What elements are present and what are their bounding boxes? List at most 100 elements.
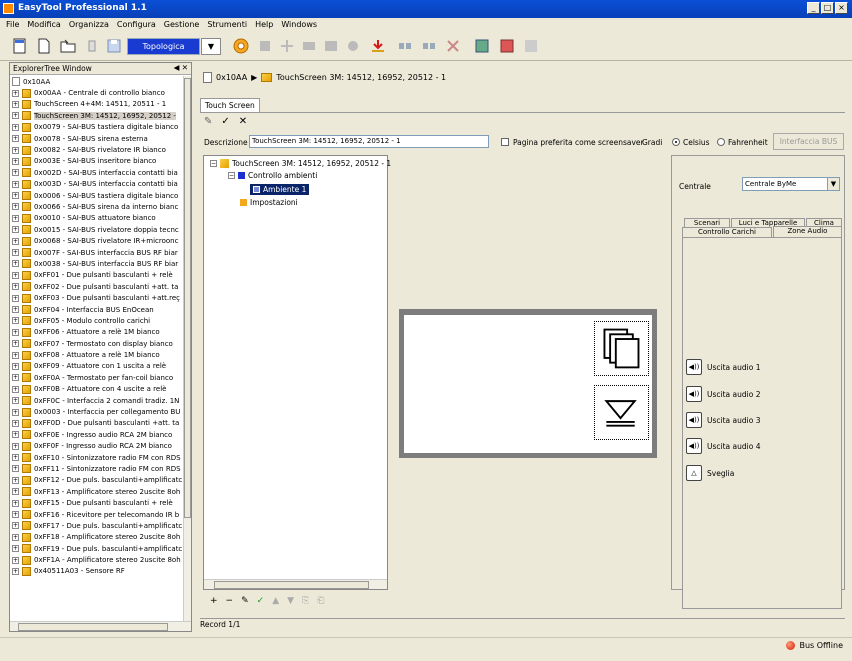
- minimize-button[interactable]: _: [807, 2, 820, 14]
- tree-item[interactable]: +0xFF04 - Interfaccia BUS EnOcean: [10, 304, 184, 315]
- expand-icon[interactable]: +: [12, 465, 19, 473]
- tree-item[interactable]: +0x0078 - SAI-BUS sirena esterna: [10, 133, 184, 144]
- expand-icon[interactable]: +: [12, 522, 19, 530]
- menu-windows[interactable]: Windows: [281, 20, 317, 30]
- hierarchy-icon[interactable]: [299, 36, 319, 56]
- scroll-down-icon[interactable]: [594, 385, 649, 440]
- expand-icon[interactable]: +: [12, 431, 19, 439]
- tree-item[interactable]: +0xFF08 - Attuatore a relè 1M bianco: [10, 349, 184, 360]
- expand-icon[interactable]: +: [12, 419, 19, 427]
- edit-icon[interactable]: ✎: [204, 116, 212, 127]
- tree-item[interactable]: +0xFF06 - Attuatore a relè 1M bianco: [10, 327, 184, 338]
- expand-icon[interactable]: +: [12, 442, 19, 450]
- tree-item[interactable]: +0x0010 - SAI-BUS attuatore bianco: [10, 213, 184, 224]
- tree-item[interactable]: +0x0006 - SAI-BUS tastiera digitale bian…: [10, 190, 184, 201]
- menu-file[interactable]: File: [6, 20, 19, 30]
- expand-icon[interactable]: +: [12, 533, 19, 541]
- tree-item[interactable]: +0xFF10 - Sintonizzatore radio FM con RD…: [10, 452, 184, 463]
- menu-strumenti[interactable]: Strumenti: [207, 20, 247, 30]
- tree-item[interactable]: +0xFF18 - Amplificatore stereo 2uscite 8…: [10, 532, 184, 543]
- page-tree-root[interactable]: − TouchScreen 3M: 14512, 16952, 20512 - …: [210, 159, 391, 168]
- celsius-radio[interactable]: [672, 138, 680, 146]
- tab-controllo-carichi[interactable]: Controllo Carichi: [682, 227, 772, 237]
- tree-item[interactable]: +0x0068 - SAI-BUS rivelatore IR+microonc: [10, 235, 184, 246]
- expand-icon[interactable]: +: [12, 511, 19, 519]
- unlink-icon[interactable]: [419, 36, 439, 56]
- menu-configura[interactable]: Configura: [117, 20, 156, 30]
- move-down-icon[interactable]: ▼: [287, 596, 294, 606]
- tree-item[interactable]: +0xFF0E - Ingresso audio RCA 2M bianco: [10, 429, 184, 440]
- tree-item[interactable]: +0xFF05 - Modulo controllo carichi: [10, 315, 184, 326]
- expand-icon[interactable]: +: [12, 203, 19, 211]
- expand-icon[interactable]: +: [12, 169, 19, 177]
- tree-item[interactable]: +0xFF13 - Amplificatore stereo 2uscite 8…: [10, 486, 184, 497]
- expand-icon[interactable]: +: [12, 260, 19, 268]
- expand-icon[interactable]: +: [12, 294, 19, 302]
- menu-modifica[interactable]: Modifica: [27, 20, 60, 30]
- description-input[interactable]: TouchScreen 3M: 14512, 16952, 20512 - 1: [249, 135, 489, 148]
- tree-item[interactable]: +0xFF19 - Due puls. basculanti+amplifica…: [10, 543, 184, 554]
- tree-item[interactable]: +0x0038 - SAI-BUS interfaccia BUS RF bia…: [10, 258, 184, 269]
- speaker-icon[interactable]: ◀)): [686, 438, 702, 454]
- tree-item[interactable]: +0xFF11 - Sintonizzatore radio FM con RD…: [10, 463, 184, 474]
- tree-item[interactable]: +0x0079 - SAI-BUS tastiera digitale bian…: [10, 122, 184, 133]
- tree-item[interactable]: +0xFF0C - Interfaccia 2 comandi tradiz. …: [10, 395, 184, 406]
- chevron-down-icon[interactable]: ▼: [827, 178, 839, 190]
- tree-item[interactable]: +0xFF17 - Due puls. basculanti+amplifica…: [10, 520, 184, 531]
- interfaccia-bus-button[interactable]: Interfaccia BUS: [773, 133, 844, 150]
- open-folder-icon[interactable]: [58, 36, 78, 56]
- expand-icon[interactable]: +: [12, 454, 19, 462]
- expand-icon[interactable]: +: [12, 237, 19, 245]
- expand-icon[interactable]: +: [12, 408, 19, 416]
- tree-item[interactable]: +0xFF0D - Due pulsanti basculanti +att. …: [10, 418, 184, 429]
- expand-icon[interactable]: +: [12, 146, 19, 154]
- expand-icon[interactable]: +: [12, 476, 19, 484]
- expand-icon[interactable]: +: [12, 362, 19, 370]
- tree-item[interactable]: +0xFF0B - Attuatore con 4 uscite a relè: [10, 384, 184, 395]
- tree-item[interactable]: + TouchScreen 3M: 14512, 16952, 20512 -: [10, 110, 184, 121]
- speaker-icon[interactable]: ◀)): [686, 412, 702, 428]
- expand-icon[interactable]: +: [12, 351, 19, 359]
- expand-icon[interactable]: +: [12, 545, 19, 553]
- new-icon[interactable]: [10, 36, 30, 56]
- expand-icon[interactable]: +: [12, 112, 19, 120]
- expand-icon[interactable]: +: [12, 214, 19, 222]
- expand-icon[interactable]: +: [12, 374, 19, 382]
- sync-icon[interactable]: [497, 36, 517, 56]
- tree-item[interactable]: +0x00AA - Centrale di controllo bianco: [10, 87, 184, 98]
- expand-icon[interactable]: +: [12, 283, 19, 291]
- report-icon[interactable]: [521, 36, 541, 56]
- view-dropdown-button[interactable]: ▼: [201, 38, 221, 55]
- expand-icon[interactable]: +: [12, 271, 19, 279]
- expand-icon[interactable]: +: [12, 556, 19, 564]
- table-icon[interactable]: [321, 36, 341, 56]
- move-up-icon[interactable]: ▲: [272, 596, 279, 606]
- expand-icon[interactable]: +: [12, 567, 19, 575]
- tree-item[interactable]: +0x003E - SAI-BUS inseritore bianco: [10, 156, 184, 167]
- expand-icon[interactable]: +: [12, 306, 19, 313]
- tree-item[interactable]: +0x002D - SAI-BUS interfaccia contatti b…: [10, 167, 184, 178]
- expand-icon[interactable]: +: [12, 488, 19, 496]
- explorer-vertical-scrollbar[interactable]: [183, 76, 191, 622]
- tree-item[interactable]: +0xFF01 - Due pulsanti basculanti + relè: [10, 270, 184, 281]
- collapse-icon[interactable]: −: [210, 160, 217, 167]
- tab-zone-audio[interactable]: Zone Audio: [773, 226, 842, 237]
- edit-icon[interactable]: ✎: [241, 596, 249, 606]
- expand-icon[interactable]: +: [12, 123, 19, 131]
- link-icon[interactable]: [395, 36, 415, 56]
- delete-icon[interactable]: [82, 36, 102, 56]
- expand-icon[interactable]: +: [12, 135, 19, 143]
- fahrenheit-radio[interactable]: [717, 138, 725, 146]
- tree-item[interactable]: +0xFF09 - Attuatore con 1 uscita a relè: [10, 361, 184, 372]
- menu-organizza[interactable]: Organizza: [69, 20, 109, 30]
- page-tree-impostazioni[interactable]: Impostazioni: [240, 198, 298, 207]
- tree-item[interactable]: +0xFF0F - Ingresso audio RCA 2M bianco: [10, 441, 184, 452]
- pages-icon[interactable]: [594, 321, 649, 376]
- tree-item[interactable]: +0x0015 - SAI-BUS rivelatore doppia tecn…: [10, 224, 184, 235]
- target-icon[interactable]: [231, 36, 251, 56]
- tree-item[interactable]: +0xFF02 - Due pulsanti basculanti +att. …: [10, 281, 184, 292]
- expand-icon[interactable]: +: [12, 340, 19, 348]
- document-icon[interactable]: [34, 36, 54, 56]
- close-button[interactable]: ×: [835, 2, 848, 14]
- tree-item[interactable]: +0xFF07 - Termostato con display bianco: [10, 338, 184, 349]
